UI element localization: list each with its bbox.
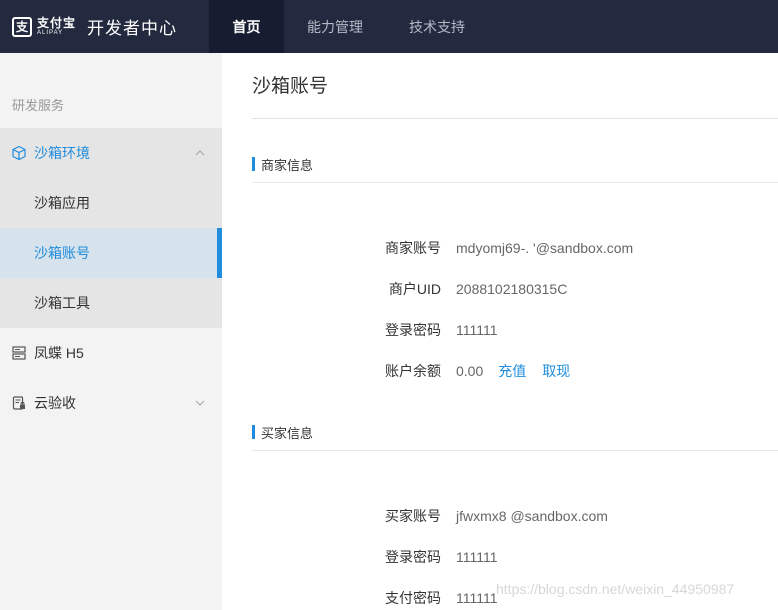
field-label: 商家账号 <box>385 240 441 256</box>
section-accent-bar <box>252 425 255 439</box>
buyer-login-password-row: 登录密码 111111 <box>222 547 498 567</box>
watermark-text: https://blog.csdn.net/weixin_44950987 <box>496 581 735 597</box>
buyer-section-heading: 买家信息 <box>252 424 314 441</box>
merchant-section-divider <box>252 182 778 183</box>
buyer-pay-password-row: 支付密码 111111 <box>222 588 498 608</box>
sidebar-item-sandbox-env[interactable]: 沙箱环境 <box>0 128 222 178</box>
alipay-logo-icon: 支 <box>12 16 32 37</box>
merchant-login-password-row: 登录密码 111111 <box>222 320 498 340</box>
site-title: 开发者中心 <box>87 19 178 38</box>
sidebar-item-cloud-acceptance[interactable]: 云验收 <box>0 378 222 428</box>
merchant-section-heading: 商家信息 <box>252 156 314 173</box>
merchant-account-row: 商家账号 mdyomj69-. '@sandbox.com <box>222 238 633 258</box>
merchant-account-value: mdyomj69-. '@sandbox.com <box>456 240 634 256</box>
tab-ability-management[interactable]: 能力管理 <box>284 0 386 53</box>
logo-chinese-text: 支付宝 <box>37 15 77 30</box>
field-label: 登录密码 <box>385 322 441 338</box>
merchant-balance-row: 账户余额 0.00 充值 取现 <box>222 361 570 381</box>
section-accent-bar <box>252 157 255 171</box>
section-heading-text: 商家信息 <box>261 157 314 173</box>
field-label: 商户UID <box>388 281 441 297</box>
cube-icon <box>11 145 27 161</box>
field-label: 登录密码 <box>385 549 441 565</box>
tab-home[interactable]: 首页 <box>209 0 284 53</box>
top-navigation-bar: 支 支付宝 ALIPAY 开发者中心 首页 能力管理 技术支持 <box>0 0 778 53</box>
sidebar-section-label: 研发服务 <box>12 98 65 113</box>
withdraw-link[interactable]: 取现 <box>542 361 570 381</box>
brand-logo[interactable]: 支 支付宝 ALIPAY 开发者中心 <box>0 0 209 53</box>
buyer-pay-password-value: 111111 <box>456 590 498 606</box>
sidebar-item-sandbox-app[interactable]: 沙箱应用 <box>0 178 222 228</box>
alipay-wordmark: 支付宝 ALIPAY <box>37 15 77 37</box>
field-label: 账户余额 <box>385 363 441 379</box>
buyer-account-row: 买家账号 jfwxmx8 @sandbox.com <box>222 506 608 526</box>
merchant-uid-value: 2088102180315C <box>456 281 568 297</box>
tab-tech-support[interactable]: 技术支持 <box>386 0 488 53</box>
merchant-balance-value: 0.00 <box>456 363 484 379</box>
server-icon <box>11 345 27 361</box>
sidebar-item-sandbox-account[interactable]: 沙箱账号 <box>0 228 222 278</box>
sidebar-item-label: 凤蝶 H5 <box>34 345 84 361</box>
main-content: 沙箱账号 商家信息 商家账号 mdyomj69-. '@sandbox.com … <box>222 53 778 610</box>
sidebar-item-label: 沙箱环境 <box>34 145 90 161</box>
section-heading-text: 买家信息 <box>261 425 314 441</box>
recharge-link[interactable]: 充值 <box>498 361 526 381</box>
field-label: 支付密码 <box>385 590 441 606</box>
page-title: 沙箱账号 <box>252 76 329 97</box>
merchant-login-password-value: 111111 <box>456 322 498 338</box>
chevron-down-icon <box>195 400 205 406</box>
chevron-up-icon <box>195 150 205 156</box>
sidebar-item-fengdie-h5[interactable]: 凤蝶 H5 <box>0 328 222 378</box>
logo-english-text: ALIPAY <box>37 29 64 36</box>
buyer-section-divider <box>252 450 778 451</box>
merchant-uid-row: 商户UID 2088102180315C <box>222 279 567 299</box>
buyer-login-password-value: 111111 <box>456 549 498 565</box>
sidebar-item-label: 云验收 <box>34 395 76 411</box>
title-divider <box>252 118 778 119</box>
field-label: 买家账号 <box>385 508 441 524</box>
sidebar: 研发服务 沙箱环境 沙箱应用 沙箱账号 沙箱工具 凤蝶 H5 云验收 <box>0 53 222 610</box>
clipboard-lock-icon <box>11 395 27 411</box>
sidebar-item-sandbox-tools[interactable]: 沙箱工具 <box>0 278 222 328</box>
buyer-account-value: jfwxmx8 @sandbox.com <box>456 508 608 524</box>
